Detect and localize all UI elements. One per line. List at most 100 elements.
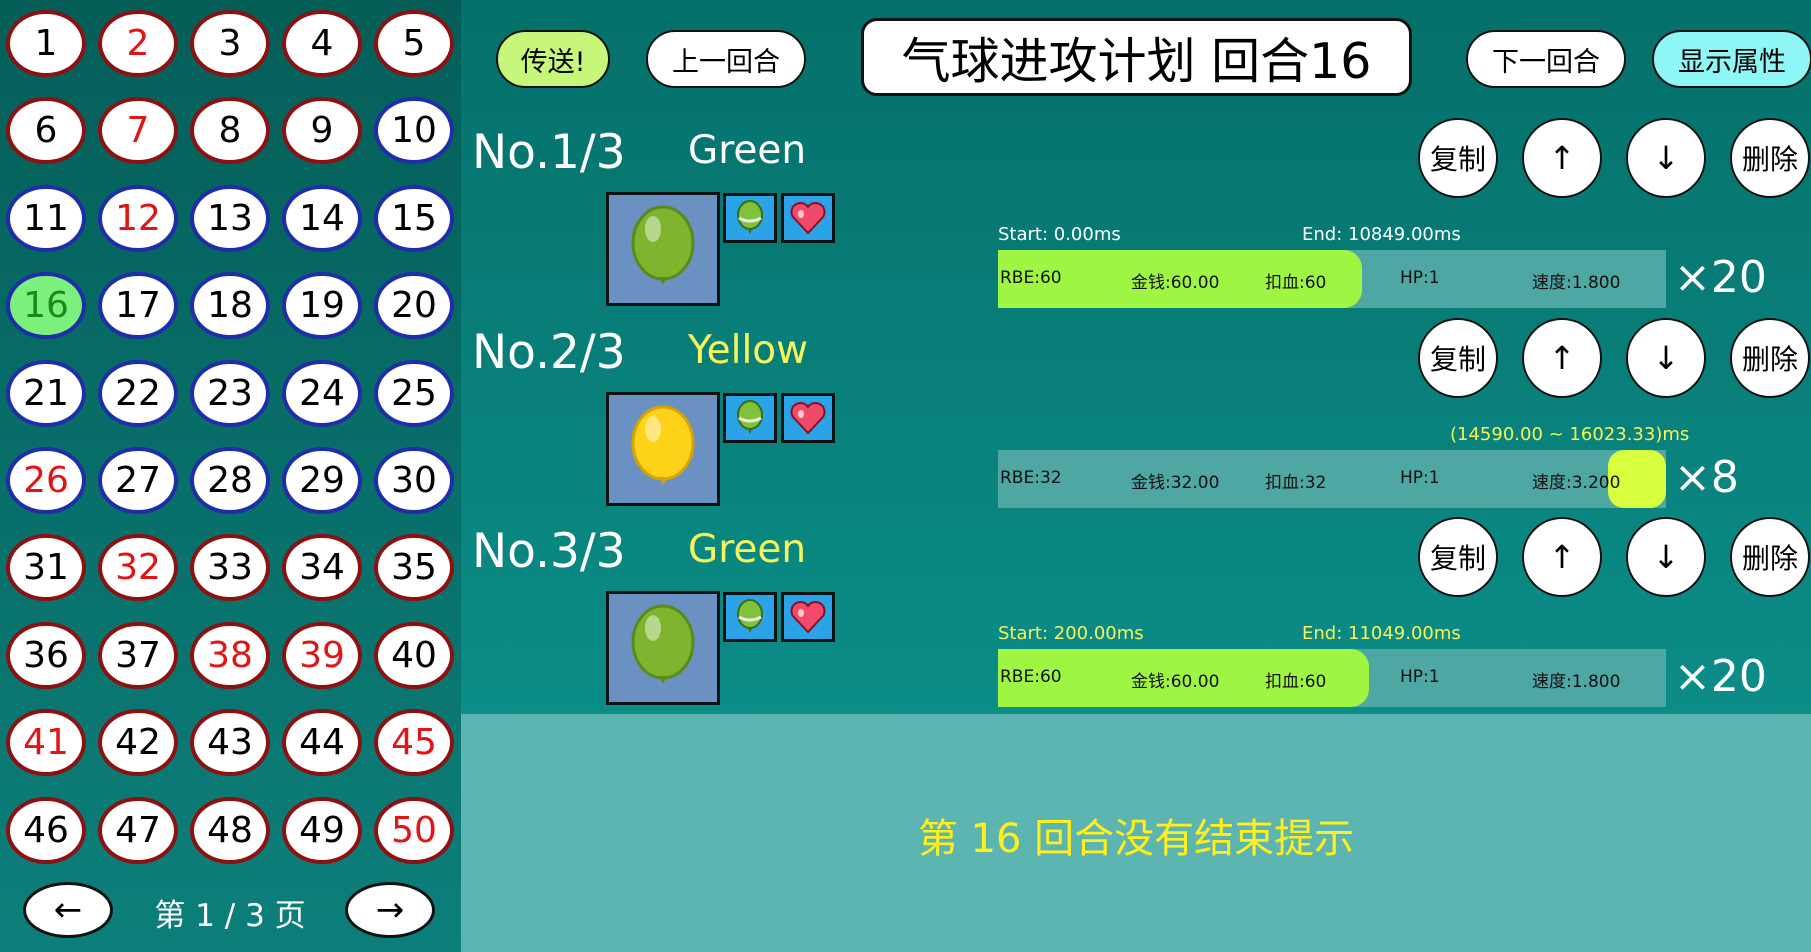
- move-up-button[interactable]: ↑: [1522, 517, 1602, 597]
- spawn-timeline-bar[interactable]: RBE:60 金钱:60.00 扣血:60 HP:1 速度:1.800: [998, 649, 1666, 707]
- round-button-15[interactable]: 15: [374, 184, 454, 252]
- move-down-button[interactable]: ↓: [1626, 318, 1706, 398]
- round-button-31[interactable]: 31: [6, 534, 86, 602]
- round-button-11[interactable]: 11: [6, 184, 86, 252]
- round-button-39[interactable]: 39: [282, 621, 362, 689]
- round-button-35[interactable]: 35: [374, 534, 454, 602]
- rbe-value: RBE:60: [1000, 667, 1062, 687]
- round-end-hint: 第 16 回合没有结束提示: [917, 816, 1355, 862]
- round-button-9[interactable]: 9: [282, 97, 362, 165]
- round-button-13[interactable]: 13: [190, 184, 270, 252]
- round-button-45[interactable]: 45: [374, 709, 454, 777]
- hp-value: HP:1: [1400, 468, 1440, 488]
- damage-value: 扣血:60: [1265, 672, 1327, 692]
- round-sidebar: 1 2 3 4 5 6 7 8 9 10 11 12 13 14 15 16 17 18 19 20 21 22 23 24 2…: [0, 0, 461, 952]
- send-button[interactable]: 传送!: [496, 30, 610, 88]
- regrow-balloon-icon[interactable]: [723, 193, 777, 243]
- page-title: 气球进攻计划 回合16: [861, 18, 1412, 96]
- copy-button[interactable]: 复制: [1418, 517, 1498, 597]
- round-button-23[interactable]: 23: [190, 359, 270, 427]
- move-up-button[interactable]: ↑: [1522, 118, 1602, 198]
- round-button-21[interactable]: 21: [6, 359, 86, 427]
- start-time: Start: 0.00ms: [998, 224, 1121, 245]
- balloon-icon[interactable]: [606, 591, 720, 705]
- money-value: 金钱:32.00: [1131, 473, 1220, 493]
- copy-button[interactable]: 复制: [1418, 118, 1498, 198]
- round-button-12[interactable]: 12: [98, 184, 178, 252]
- balloon-count: ×20: [1674, 651, 1767, 702]
- round-button-1[interactable]: 1: [6, 10, 86, 77]
- round-button-47[interactable]: 47: [98, 796, 178, 864]
- rbe-value: RBE:32: [1000, 468, 1062, 488]
- round-button-41[interactable]: 41: [6, 709, 86, 777]
- rbe-value: RBE:60: [1000, 268, 1062, 288]
- heart-icon[interactable]: [781, 393, 835, 443]
- previous-round-button[interactable]: 上一回合: [646, 30, 806, 88]
- round-button-18[interactable]: 18: [190, 272, 270, 340]
- round-button-37[interactable]: 37: [98, 621, 178, 689]
- round-button-10[interactable]: 10: [374, 97, 454, 165]
- round-button-34[interactable]: 34: [282, 534, 362, 602]
- round-button-40[interactable]: 40: [374, 621, 454, 689]
- round-button-27[interactable]: 27: [98, 447, 178, 514]
- delete-button[interactable]: 删除: [1730, 318, 1810, 398]
- damage-value: 扣血:32: [1265, 473, 1327, 493]
- hp-value: HP:1: [1400, 268, 1440, 288]
- round-button-46[interactable]: 46: [6, 796, 86, 864]
- balloon-icon[interactable]: [606, 192, 720, 306]
- end-time: End: 11049.00ms: [1302, 623, 1461, 644]
- balloon-count: ×20: [1674, 252, 1767, 303]
- round-button-42[interactable]: 42: [98, 709, 178, 777]
- round-button-49[interactable]: 49: [282, 796, 362, 864]
- round-button-50[interactable]: 50: [374, 796, 454, 864]
- regrow-balloon-icon[interactable]: [723, 592, 777, 642]
- delete-button[interactable]: 删除: [1730, 118, 1810, 198]
- move-up-button[interactable]: ↑: [1522, 318, 1602, 398]
- round-button-28[interactable]: 28: [190, 447, 270, 514]
- spawn-timeline-bar[interactable]: RBE:60 金钱:60.00 扣血:60 HP:1 速度:1.800: [998, 250, 1666, 308]
- round-button-19[interactable]: 19: [282, 272, 362, 340]
- round-button-43[interactable]: 43: [190, 709, 270, 777]
- round-button-33[interactable]: 33: [190, 534, 270, 602]
- move-down-button[interactable]: ↓: [1626, 517, 1706, 597]
- next-page-button[interactable]: →: [345, 882, 435, 938]
- round-button-14[interactable]: 14: [282, 184, 362, 252]
- wave-number: No.3/3: [472, 524, 626, 579]
- speed-value: 速度:3.200: [1532, 473, 1621, 493]
- wave-number: No.1/3: [472, 125, 626, 180]
- round-button-30[interactable]: 30: [374, 447, 454, 514]
- round-button-5[interactable]: 5: [374, 10, 454, 77]
- spawn-timeline-bar[interactable]: RBE:32 金钱:32.00 扣血:32 HP:1 速度:3.200: [998, 450, 1666, 508]
- move-down-button[interactable]: ↓: [1626, 118, 1706, 198]
- round-button-36[interactable]: 36: [6, 621, 86, 689]
- round-button-25[interactable]: 25: [374, 359, 454, 427]
- round-button-24[interactable]: 24: [282, 359, 362, 427]
- round-button-6[interactable]: 6: [6, 97, 86, 165]
- copy-button[interactable]: 复制: [1418, 318, 1498, 398]
- balloon-icon[interactable]: [606, 392, 720, 506]
- round-button-38[interactable]: 38: [190, 621, 270, 689]
- round-button-22[interactable]: 22: [98, 359, 178, 427]
- round-button-32[interactable]: 32: [98, 534, 178, 602]
- round-button-20[interactable]: 20: [374, 272, 454, 340]
- round-button-8[interactable]: 8: [190, 97, 270, 165]
- round-button-48[interactable]: 48: [190, 796, 270, 864]
- show-attributes-button[interactable]: 显示属性: [1652, 30, 1811, 88]
- round-button-44[interactable]: 44: [282, 709, 362, 777]
- prev-page-button[interactable]: ←: [23, 882, 113, 938]
- round-button-2[interactable]: 2: [98, 10, 178, 77]
- round-button-29[interactable]: 29: [282, 447, 362, 514]
- regrow-balloon-icon[interactable]: [723, 393, 777, 443]
- round-button-3[interactable]: 3: [190, 10, 270, 77]
- speed-value: 速度:1.800: [1532, 672, 1621, 692]
- round-button-17[interactable]: 17: [98, 272, 178, 340]
- round-button-26[interactable]: 26: [6, 447, 86, 514]
- next-round-button[interactable]: 下一回合: [1466, 30, 1626, 88]
- round-button-16[interactable]: 16: [6, 272, 86, 340]
- delete-button[interactable]: 删除: [1730, 517, 1810, 597]
- heart-icon[interactable]: [781, 193, 835, 243]
- heart-icon[interactable]: [781, 592, 835, 642]
- round-button-7[interactable]: 7: [98, 97, 178, 165]
- page-indicator: 第 1 / 3 页: [154, 898, 306, 934]
- round-button-4[interactable]: 4: [282, 10, 362, 77]
